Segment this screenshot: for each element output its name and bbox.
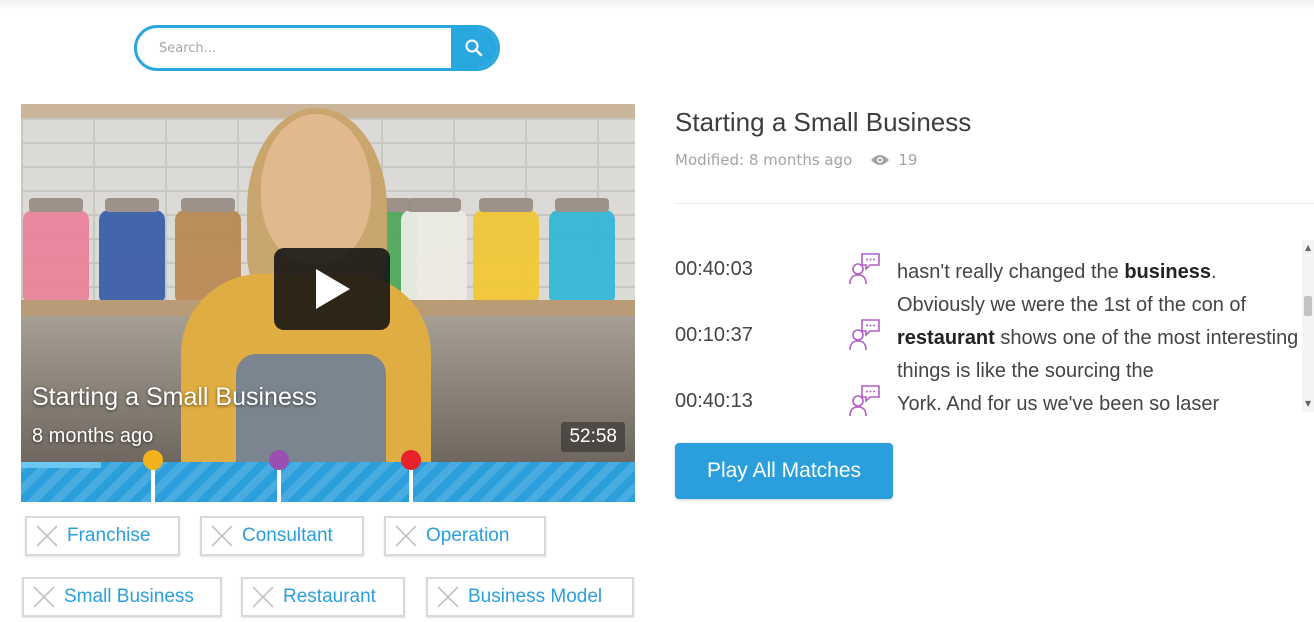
speaker-icon[interactable] bbox=[847, 318, 881, 352]
tag-business-model[interactable]: Business Model bbox=[426, 577, 634, 617]
video-player[interactable]: Starting a Small Business 8 months ago 5… bbox=[21, 104, 635, 464]
remove-tag-button[interactable] bbox=[243, 579, 283, 615]
close-icon bbox=[395, 525, 417, 547]
tag-franchise[interactable]: Franchise bbox=[25, 516, 180, 556]
video-scene-jar bbox=[549, 198, 615, 302]
speaker-bubble-icon bbox=[849, 385, 880, 417]
close-icon bbox=[36, 525, 58, 547]
transcript-row[interactable]: 00:10:37 restaurant shows one of the mos… bbox=[675, 316, 1301, 386]
play-icon bbox=[316, 269, 350, 309]
transcript-keyword: restaurant bbox=[897, 327, 995, 349]
search-icon bbox=[465, 39, 483, 57]
transcript-list[interactable]: 00:40:03 hasn't really changed the busin… bbox=[675, 250, 1301, 418]
tag-small-business[interactable]: Small Business bbox=[22, 577, 222, 617]
search-input[interactable] bbox=[137, 28, 455, 68]
close-icon bbox=[437, 586, 459, 608]
transcript-scrollbar[interactable]: ▲ ▼ bbox=[1302, 240, 1314, 412]
video-title: Starting a Small Business bbox=[32, 383, 317, 411]
video-scene-jar bbox=[23, 198, 89, 302]
view-count: 19 bbox=[898, 151, 918, 169]
timeline-marker-stem bbox=[276, 468, 281, 502]
transcript-row[interactable]: 00:40:13 York. And for us we've been so … bbox=[675, 382, 1301, 418]
tag-label: Business Model bbox=[468, 586, 603, 607]
video-duration: 52:58 bbox=[561, 422, 625, 452]
modified-date: Modified: 8 months ago bbox=[675, 151, 853, 169]
timeline-marker-stem bbox=[151, 468, 155, 502]
video-scene-face bbox=[261, 114, 371, 264]
transcript-row[interactable]: 00:40:03 hasn't really changed the busin… bbox=[675, 250, 1301, 320]
remove-tag-button[interactable] bbox=[428, 579, 468, 615]
tag-operation[interactable]: Operation bbox=[384, 516, 546, 556]
video-scene-jar bbox=[401, 198, 467, 302]
timeline-marker[interactable] bbox=[143, 450, 163, 502]
video-age: 8 months ago bbox=[32, 425, 154, 447]
tag-label: Restaurant bbox=[283, 586, 376, 607]
tag-restaurant[interactable]: Restaurant bbox=[241, 577, 405, 617]
transcript-text-before: hasn't really changed the bbox=[897, 261, 1125, 283]
eye-icon bbox=[871, 155, 890, 165]
details-divider bbox=[675, 203, 1314, 204]
video-timeline[interactable] bbox=[21, 450, 635, 502]
timeline-marker[interactable] bbox=[400, 450, 421, 502]
timeline-marker-dot bbox=[143, 450, 163, 470]
play-all-matches-button[interactable]: Play All Matches bbox=[675, 443, 893, 499]
remove-tag-button[interactable] bbox=[27, 518, 67, 554]
remove-tag-button[interactable] bbox=[24, 579, 64, 615]
transcript-timestamp[interactable]: 00:40:03 bbox=[675, 258, 753, 281]
transcript-timestamp[interactable]: 00:10:37 bbox=[675, 324, 753, 347]
close-icon bbox=[252, 586, 274, 608]
remove-tag-button[interactable] bbox=[386, 518, 426, 554]
tag-label: Franchise bbox=[67, 525, 151, 546]
tag-label: Consultant bbox=[242, 525, 333, 546]
transcript-timestamp[interactable]: 00:40:13 bbox=[675, 390, 753, 413]
transcript-text: restaurant shows one of the most interes… bbox=[897, 322, 1301, 388]
scroll-down-icon[interactable]: ▼ bbox=[1305, 400, 1311, 408]
scroll-up-icon[interactable]: ▲ bbox=[1305, 244, 1311, 252]
search-bar bbox=[134, 25, 500, 71]
close-icon bbox=[33, 586, 55, 608]
details-title: Starting a Small Business bbox=[675, 107, 972, 137]
tag-label: Small Business bbox=[64, 586, 194, 607]
close-icon bbox=[211, 525, 233, 547]
remove-tag-button[interactable] bbox=[202, 518, 242, 554]
speaker-bubble-icon bbox=[849, 253, 880, 285]
video-scene-jar bbox=[473, 198, 539, 302]
speaker-icon[interactable] bbox=[847, 252, 881, 286]
tag-label: Operation bbox=[426, 525, 510, 546]
transcript-text: York. And for us we've been so laser bbox=[897, 388, 1301, 418]
transcript-keyword: business bbox=[1124, 261, 1212, 283]
timeline-marker[interactable] bbox=[268, 450, 289, 502]
top-shade bbox=[0, 0, 1314, 10]
video-scene-jar bbox=[99, 198, 165, 302]
transcript-text-before: York. And for us we've been so laser bbox=[897, 393, 1220, 415]
search-button[interactable] bbox=[451, 28, 497, 68]
scrollbar-thumb[interactable] bbox=[1304, 296, 1312, 316]
timeline-marker-stem bbox=[408, 468, 413, 502]
play-button[interactable] bbox=[274, 248, 390, 330]
details-meta: Modified: 8 months ago 19 bbox=[675, 151, 917, 169]
views-icon bbox=[870, 153, 890, 167]
tag-consultant[interactable]: Consultant bbox=[200, 516, 364, 556]
timeline-marker-dot bbox=[400, 450, 421, 470]
speaker-icon[interactable] bbox=[847, 384, 881, 418]
transcript-text: hasn't really changed the business. Obvi… bbox=[897, 256, 1301, 322]
timeline-progress bbox=[21, 462, 101, 468]
speaker-bubble-icon bbox=[849, 319, 880, 351]
timeline-marker-dot bbox=[268, 450, 289, 470]
